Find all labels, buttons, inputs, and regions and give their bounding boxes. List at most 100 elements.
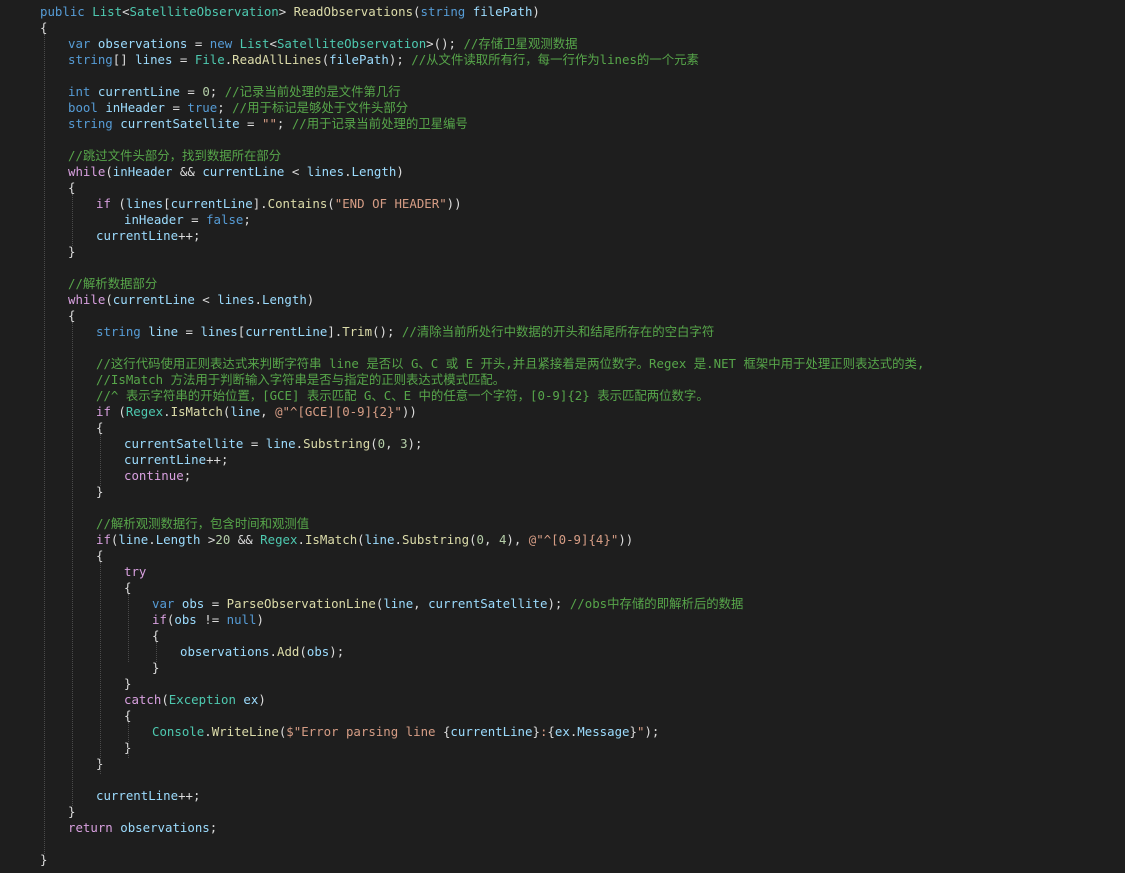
code-line[interactable]: try [124, 564, 146, 580]
code-token: obs [174, 612, 197, 627]
code-token: ); [547, 596, 570, 611]
code-token: ( [357, 532, 365, 547]
code-token: Contains [267, 196, 328, 211]
code-line[interactable]: int currentLine = 0; //记录当前处理的是文件第几行 [68, 84, 401, 100]
code-line[interactable]: string[] lines = File.ReadAllLines(fileP… [68, 52, 699, 68]
code-token: = [179, 84, 203, 99]
code-token: ); [388, 52, 412, 67]
code-line[interactable]: //^ 表示字符串的开始位置，[GCE] 表示匹配 G、C、E 中的任意一个字符… [96, 388, 709, 404]
code-token: string [96, 324, 141, 339]
code-line[interactable]: } [68, 804, 75, 820]
code-token: ; [209, 84, 225, 99]
code-line[interactable]: continue; [124, 468, 191, 484]
code-line[interactable]: if(obs != null) [152, 612, 264, 628]
code-editor[interactable]: public List<SatelliteObservation> ReadOb… [0, 0, 1125, 873]
code-token: )) [446, 196, 462, 211]
code-token: @"^[GCE][0-9]{2}" [275, 404, 402, 419]
code-line[interactable]: if (lines[currentLine].Contains("END OF … [96, 196, 462, 212]
code-token: ), [506, 532, 529, 547]
code-token: currentLine [202, 164, 285, 179]
code-line[interactable]: //跳过文件头部分，找到数据所在部分 [68, 148, 281, 164]
code-token: { [68, 180, 76, 195]
code-line[interactable]: var observations = new List<SatelliteObs… [68, 36, 578, 52]
code-token: ) [532, 4, 540, 19]
code-token: < [194, 292, 218, 307]
code-token: . [297, 532, 305, 547]
code-token: . [394, 532, 402, 547]
code-line[interactable]: } [68, 244, 75, 260]
code-token: } [68, 244, 76, 259]
code-token: if [96, 532, 111, 547]
code-token: Substring [401, 532, 470, 547]
code-token: = [165, 100, 188, 115]
code-line[interactable]: string currentSatellite = ""; //用于记录当前处理… [68, 116, 468, 132]
code-line[interactable]: //解析数据部分 [68, 276, 157, 292]
code-token: return [68, 820, 113, 835]
code-token: ( [299, 644, 307, 659]
code-line[interactable]: currentLine++; [96, 228, 200, 244]
code-token: $"Error parsing line [286, 724, 443, 739]
code-token: ; [243, 212, 251, 227]
code-token: { [124, 580, 132, 595]
code-line[interactable]: //这行代码使用正则表达式来判断字符串 line 是否以 G、C 或 E 开头,… [96, 356, 924, 372]
code-line[interactable]: currentLine++; [96, 788, 200, 804]
code-token: ]. [327, 324, 343, 339]
code-line[interactable]: //IsMatch 方法用于判断输入字符串是否与指定的正则表达式模式匹配。 [96, 372, 505, 388]
code-token: inHeader [112, 164, 173, 179]
code-line[interactable]: inHeader = false; [124, 212, 251, 228]
code-token: ( [105, 292, 113, 307]
code-token: ParseObservationLine [226, 596, 376, 611]
code-line[interactable]: Console.WriteLine($"Error parsing line {… [152, 724, 659, 740]
code-token: , [484, 532, 499, 547]
code-line[interactable]: string line = lines[currentLine].Trim();… [96, 324, 714, 340]
code-line[interactable]: catch(Exception ex) [124, 692, 266, 708]
code-token: > [278, 4, 294, 19]
code-token: inHeader [124, 212, 184, 227]
code-token: ( [105, 164, 113, 179]
code-token: ]. [252, 196, 268, 211]
code-token: && [172, 164, 203, 179]
code-line[interactable]: bool inHeader = true; //用于标记是够处于文件头部分 [68, 100, 408, 116]
code-token: 0 [202, 84, 210, 99]
code-token: 3 [400, 436, 408, 451]
code-token: )) [618, 532, 634, 547]
code-token: //从文件读取所有行，每一行作为lines的一个元素 [411, 52, 699, 67]
code-line[interactable]: } [152, 660, 159, 676]
code-line[interactable]: //解析观测数据行，包含时间和观测值 [96, 516, 309, 532]
code-line[interactable]: public List<SatelliteObservation> ReadOb… [40, 4, 540, 20]
code-token: "END OF HEADER" [334, 196, 447, 211]
code-line[interactable]: currentSatellite = line.Substring(0, 3); [124, 436, 422, 452]
code-token: , [413, 596, 429, 611]
code-token: ( [469, 532, 477, 547]
code-line[interactable]: } [40, 852, 47, 868]
code-token: @"^[0-9]{4}" [528, 532, 619, 547]
code-token: //IsMatch 方法用于判断输入字符串是否与指定的正则表达式模式匹配。 [96, 372, 506, 387]
code-token: //存储卫星观测数据 [463, 36, 578, 51]
code-line[interactable]: if (Regex.IsMatch(line, @"^[GCE][0-9]{2}… [96, 404, 417, 420]
code-token: ; [276, 116, 292, 131]
code-token: ) [256, 612, 264, 627]
code-line[interactable]: var obs = ParseObservationLine(line, cur… [152, 596, 743, 612]
indent-guide [100, 562, 101, 774]
code-token: } [124, 676, 132, 691]
code-token: (); [372, 324, 402, 339]
code-line[interactable]: while(currentLine < lines.Length) [68, 292, 314, 308]
indent-guide [44, 34, 45, 854]
code-token: , [385, 436, 401, 451]
code-token: "" [261, 116, 277, 131]
code-token: public [40, 4, 85, 19]
code-line[interactable]: if(line.Length >20 && Regex.IsMatch(line… [96, 532, 633, 548]
code-line[interactable]: while(inHeader && currentLine < lines.Le… [68, 164, 404, 180]
indent-guide [72, 322, 73, 806]
code-line[interactable]: currentLine++; [124, 452, 228, 468]
code-token: currentSatellite [428, 596, 548, 611]
code-line[interactable]: return observations; [68, 820, 217, 836]
code-token: currentLine [96, 788, 179, 803]
code-token: continue [124, 468, 184, 483]
code-line[interactable]: } [124, 676, 131, 692]
code-token: observations [180, 644, 270, 659]
code-line[interactable]: observations.Add(obs); [180, 644, 344, 660]
code-line[interactable]: } [96, 484, 103, 500]
code-token: IsMatch [170, 404, 223, 419]
code-token: = [178, 324, 201, 339]
